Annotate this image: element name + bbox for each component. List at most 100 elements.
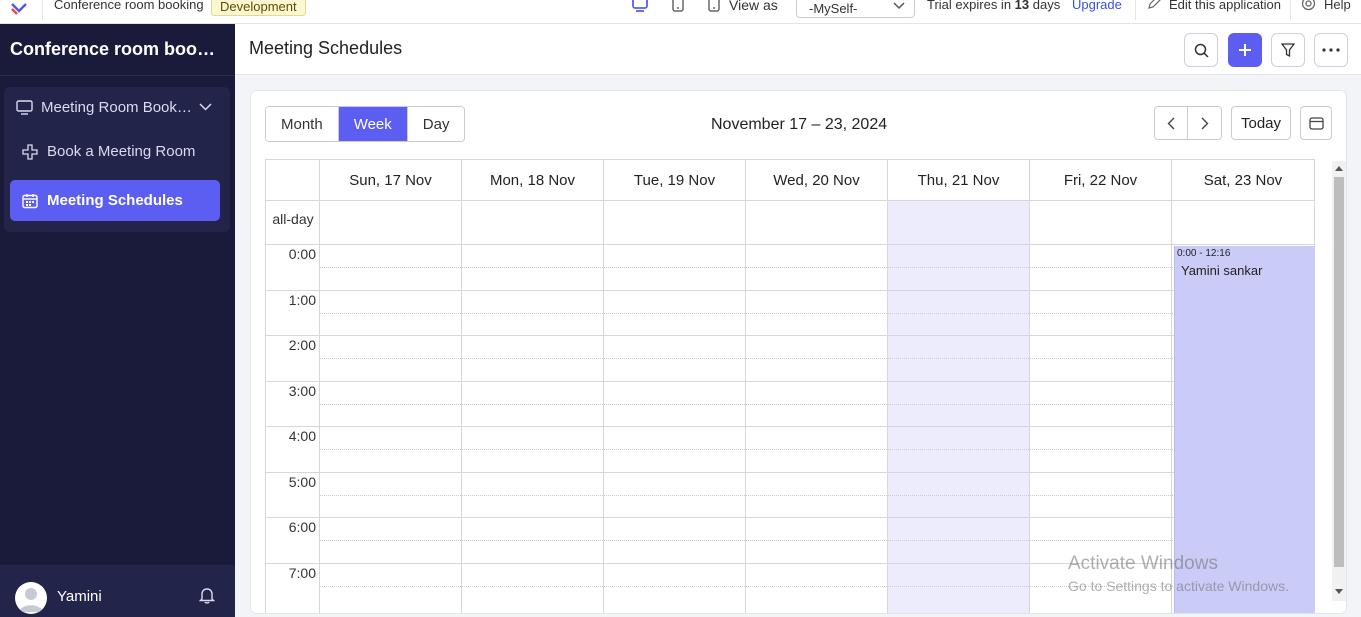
calendar-icon <box>22 193 38 208</box>
search-icon <box>1194 43 1209 58</box>
half-hour-line <box>320 404 1315 405</box>
view-as-select[interactable]: -MySelf- <box>796 0 915 18</box>
time-label: 2:00 <box>288 337 316 353</box>
monitor-icon <box>16 99 33 115</box>
help-link[interactable]: Help <box>1324 0 1351 12</box>
scrollbar-thumb[interactable] <box>1334 177 1344 567</box>
page-header: Meeting Schedules <box>235 24 1361 75</box>
upgrade-link[interactable]: Upgrade <box>1072 0 1122 12</box>
search-button[interactable] <box>1184 33 1218 67</box>
sidebar-item-book-meeting-room[interactable]: Book a Meeting Room <box>10 131 220 172</box>
view-week-button[interactable]: Week <box>338 107 408 141</box>
all-day-divider <box>266 244 1315 245</box>
time-label: 4:00 <box>288 428 316 444</box>
plus-icon <box>1239 44 1251 56</box>
half-hour-line <box>320 495 1315 496</box>
day-header[interactable]: Mon, 18 Nov <box>462 160 604 201</box>
half-hour-line <box>320 313 1315 314</box>
day-column[interactable] <box>320 201 462 613</box>
time-label: 0:00 <box>288 246 316 262</box>
previous-week-button[interactable] <box>1155 107 1189 139</box>
pencil-icon <box>1148 0 1161 9</box>
time-label: 3:00 <box>288 383 316 399</box>
event-time: 0:00 - 12:16 <box>1177 248 1231 259</box>
week-grid: Sun, 17 Nov Mon, 18 Nov Tue, 19 Nov Wed,… <box>265 159 1315 613</box>
plus-icon <box>22 143 38 160</box>
divider <box>1135 0 1136 20</box>
time-label: 1:00 <box>288 292 316 308</box>
day-header[interactable]: Sun, 17 Nov <box>320 160 462 201</box>
half-hour-line <box>320 449 1315 450</box>
hour-line <box>266 517 1315 518</box>
time-gutter-header <box>266 160 320 201</box>
activation-watermark-text: Go to Settings to activate Windows. <box>1068 578 1289 594</box>
date-picker-button[interactable] <box>1300 106 1332 140</box>
view-switcher: Month Week Day <box>265 106 466 142</box>
day-header[interactable]: Fri, 22 Nov <box>1030 160 1172 201</box>
tablet-view-icon[interactable] <box>671 0 685 14</box>
day-column-today[interactable] <box>888 201 1030 613</box>
divider <box>0 75 235 76</box>
view-as-label: View as <box>729 0 778 13</box>
bell-icon[interactable] <box>199 587 215 604</box>
filter-button[interactable] <box>1271 33 1305 67</box>
edit-application-link[interactable]: Edit this application <box>1169 0 1281 12</box>
desktop-view-icon[interactable] <box>631 0 649 14</box>
next-week-button[interactable] <box>1188 107 1221 139</box>
nav-group-header[interactable]: Meeting Room Booking <box>16 95 220 119</box>
trial-prefix: Trial expires in <box>927 0 1012 12</box>
environment-badge[interactable]: Development <box>211 0 306 16</box>
half-hour-line <box>320 540 1315 541</box>
date-navigation <box>1154 106 1222 140</box>
app-name: Conference room booking <box>54 0 204 12</box>
today-button[interactable]: Today <box>1231 106 1291 140</box>
user-avatar-icon <box>19 588 43 612</box>
calendar-card: Month Week Day November 17 – 23, 2024 To… <box>250 90 1347 614</box>
sidebar-item-label: Book a Meeting Room <box>47 143 196 160</box>
hour-line <box>266 381 1315 382</box>
day-header[interactable]: Sat, 23 Nov <box>1172 160 1315 201</box>
more-icon <box>1322 48 1340 52</box>
app-logo-icon[interactable] <box>8 0 30 18</box>
sidebar-item-label: Meeting Schedules <box>47 192 183 209</box>
time-label: 7:00 <box>288 565 316 581</box>
view-day-button[interactable]: Day <box>407 107 465 141</box>
day-header[interactable]: Wed, 20 Nov <box>746 160 888 201</box>
time-label: 5:00 <box>288 474 316 490</box>
nav-group-label: Meeting Room Booking <box>41 98 193 116</box>
half-hour-line <box>320 267 1315 268</box>
time-gutter <box>266 201 320 613</box>
add-record-button[interactable] <box>1228 33 1262 67</box>
all-day-label: all-day <box>272 211 314 227</box>
mobile-view-icon[interactable] <box>707 0 721 14</box>
top-bar: Conference room booking Development View… <box>0 0 1361 24</box>
half-hour-line <box>320 358 1315 359</box>
avatar[interactable] <box>15 582 47 614</box>
day-column[interactable] <box>746 201 888 613</box>
view-month-button[interactable]: Month <box>266 107 339 141</box>
help-icon <box>1301 0 1316 11</box>
day-column[interactable] <box>604 201 746 613</box>
sidebar-item-meeting-schedules[interactable]: Meeting Schedules <box>10 180 220 221</box>
day-column[interactable] <box>462 201 604 613</box>
hour-line <box>266 472 1315 473</box>
more-options-button[interactable] <box>1314 33 1348 67</box>
divider <box>1290 0 1291 20</box>
scroll-down-arrow-icon[interactable] <box>1335 589 1343 594</box>
trial-status: Trial expires in 13 days <box>927 0 1060 12</box>
day-header[interactable]: Thu, 21 Nov <box>888 160 1030 201</box>
sidebar: Conference room booking Meeting Room Boo… <box>0 24 235 617</box>
hour-line <box>266 335 1315 336</box>
chevron-left-icon <box>1167 117 1175 129</box>
vertical-scrollbar[interactable] <box>1332 161 1346 601</box>
scroll-up-arrow-icon[interactable] <box>1335 166 1343 171</box>
trial-suffix: days <box>1032 0 1061 12</box>
user-panel: Yamini <box>0 565 235 617</box>
user-name: Yamini <box>57 588 102 605</box>
chevron-right-icon <box>1201 117 1208 129</box>
filter-icon <box>1281 42 1295 57</box>
app-title: Conference room booking <box>10 39 225 59</box>
activation-watermark-title: Activate Windows <box>1068 553 1218 574</box>
day-header[interactable]: Tue, 19 Nov <box>604 160 746 201</box>
divider <box>42 0 43 20</box>
